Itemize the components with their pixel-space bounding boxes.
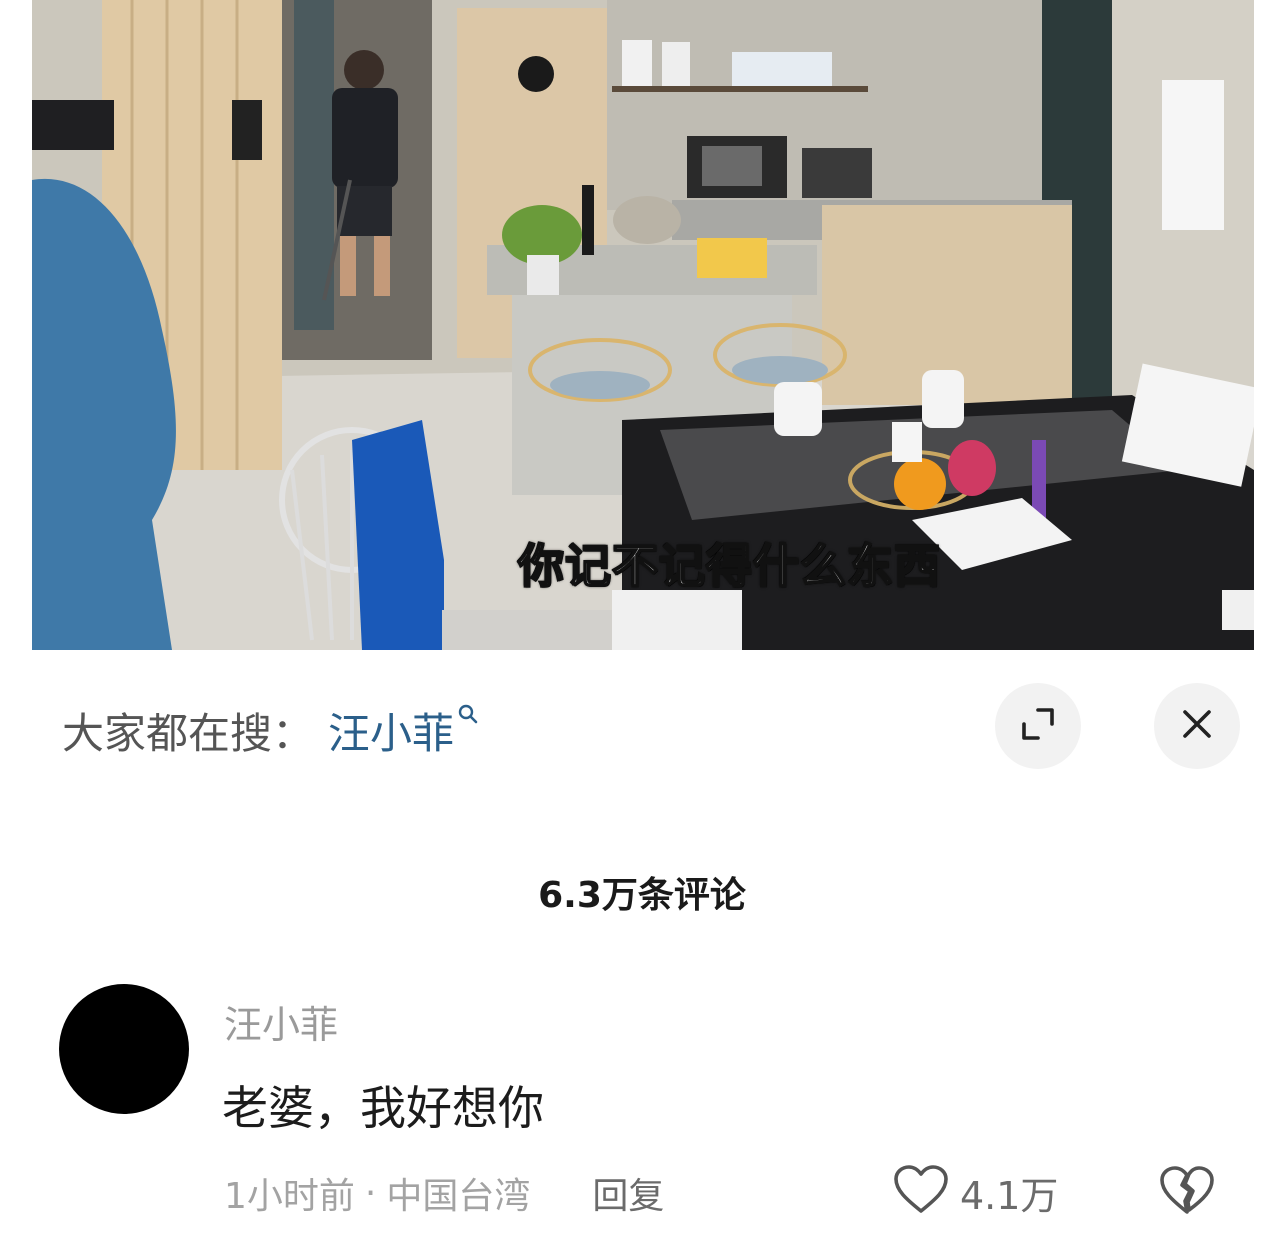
video-subtitle: 你记不记得什么东西 [517, 538, 941, 594]
comment-meta: 1小时前 · 中国台湾 回复 [224, 1165, 664, 1221]
comment-count-title: 6.3万条评论 [538, 875, 746, 916]
expand-icon [1018, 704, 1058, 748]
trending-search-row[interactable]: 大家都在搜： 汪小菲 [62, 700, 480, 760]
avatar[interactable] [59, 984, 189, 1114]
heart-icon [892, 1164, 950, 1220]
trending-search-prefix: 大家都在搜： [62, 708, 315, 758]
meta-separator: · [364, 1172, 377, 1214]
close-icon [1179, 706, 1215, 746]
expand-button[interactable] [995, 683, 1081, 769]
like-button[interactable]: 4.1万 [892, 1162, 1058, 1222]
comment-text: 老婆，我好想你 [222, 1081, 544, 1135]
trending-search-term[interactable]: 汪小菲 [328, 700, 454, 761]
comment-time: 1小时前 [224, 1176, 355, 1217]
comment-location: 中国台湾 [386, 1176, 531, 1217]
search-icon [456, 702, 480, 730]
video-player[interactable]: 你记不记得什么东西 [0, 0, 1284, 650]
comment-username[interactable]: 汪小菲 [224, 994, 338, 1049]
close-button[interactable] [1154, 683, 1240, 769]
like-count: 4.1万 [960, 1173, 1059, 1218]
reply-button[interactable]: 回复 [592, 1167, 664, 1219]
broken-heart-icon[interactable] [1158, 1164, 1216, 1222]
